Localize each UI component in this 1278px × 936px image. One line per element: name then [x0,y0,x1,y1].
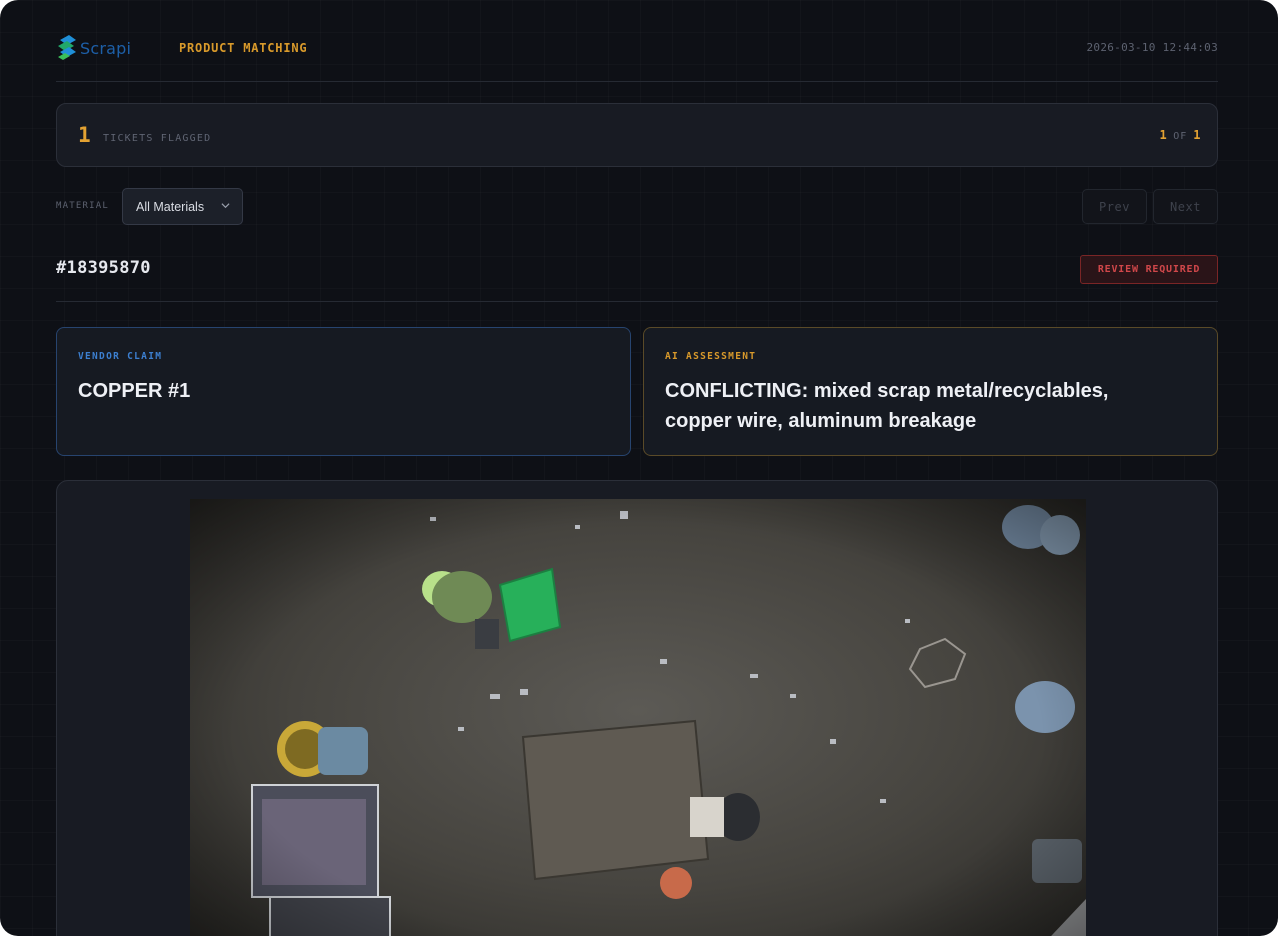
pager-current: 1 [1159,128,1168,142]
logo-text: Scrapi [80,38,132,58]
ai-assessment-label: AI ASSESSMENT [665,351,757,362]
chevron-down-icon [221,203,230,209]
ai-assessment-value: CONFLICTING: mixed scrap metal/recyclabl… [665,380,1109,432]
pager-status: 1 OF 1 [1159,128,1201,142]
scrapi-logo[interactable]: Scrapi [56,33,146,63]
camera-image-panel [56,480,1218,936]
material-select[interactable]: All Materials [122,188,243,225]
scale-camera-image[interactable] [190,499,1086,936]
flagged-label: TICKETS FLAGGED [103,133,212,144]
material-filter-label: MATERIAL [56,201,109,211]
status-badge: REVIEW REQUIRED [1080,255,1218,284]
next-button[interactable]: Next [1153,189,1218,224]
scrapi-logo-icon [58,35,76,60]
ticket-divider [56,301,1218,302]
ai-assessment-card: AI ASSESSMENT CONFLICTING: mixed scrap m… [643,327,1218,456]
pager-of-label: OF [1173,131,1188,142]
vendor-claim-card: VENDOR CLAIM COPPER #1 [56,327,631,456]
prev-button[interactable]: Prev [1082,189,1147,224]
ticket-id: #18395870 [56,258,151,278]
header-divider [56,81,1218,82]
material-select-value: All Materials [136,199,205,214]
flagged-count: 1 [78,123,91,147]
vendor-claim-label: VENDOR CLAIM [78,351,163,362]
page-title: PRODUCT MATCHING [179,41,308,55]
pager-total: 1 [1193,128,1201,142]
flagged-banner: 1 TICKETS FLAGGED 1 OF 1 [56,103,1218,167]
vendor-claim-value: COPPER #1 [78,380,191,402]
timestamp: 2026-03-10 12:44:03 [1086,41,1218,54]
app-window: Scrapi PRODUCT MATCHING 2026-03-10 12:44… [0,0,1278,936]
